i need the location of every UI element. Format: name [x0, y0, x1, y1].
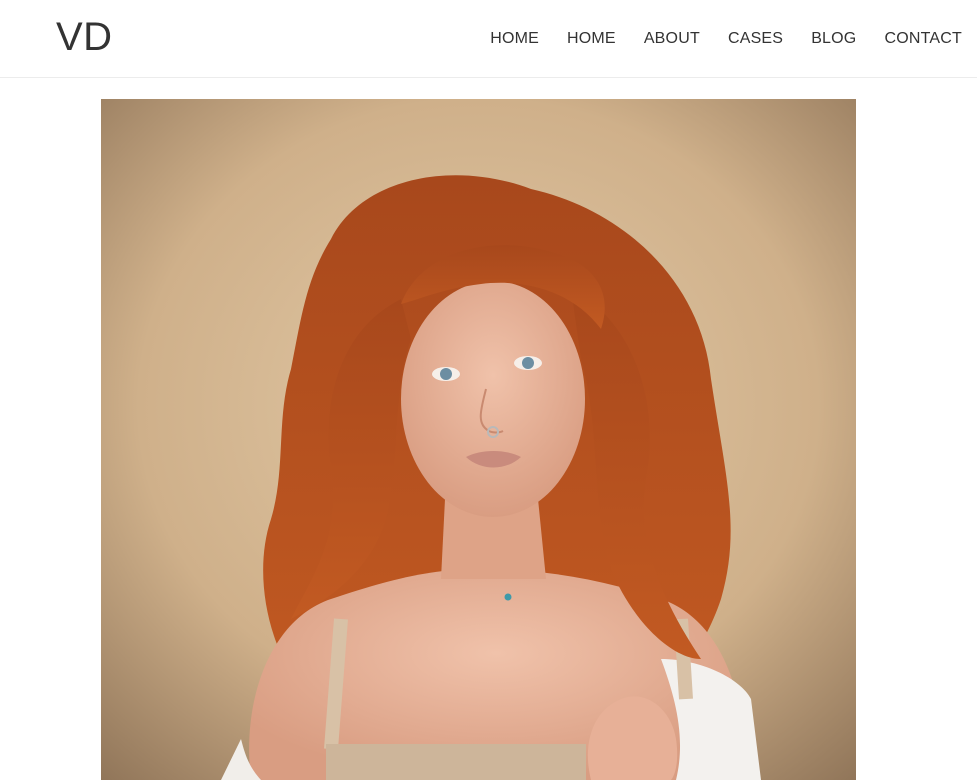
nav-home-2[interactable]: HOME: [567, 29, 616, 49]
nav-contact[interactable]: CONTACT: [884, 29, 962, 49]
site-logo[interactable]: VD: [56, 14, 113, 60]
iris-left: [440, 368, 452, 380]
main-nav: HOME HOME ABOUT CASES BLOG CONTACT: [490, 29, 962, 49]
knit-top: [326, 744, 586, 780]
nav-blog[interactable]: BLOG: [811, 29, 856, 49]
hero-portrait-image: [101, 99, 856, 780]
portrait-illustration: [101, 99, 856, 780]
site-header: VD HOME HOME ABOUT CASES BLOG CONTACT: [0, 0, 977, 78]
iris-right: [522, 357, 534, 369]
top-strap-left: [324, 618, 348, 750]
face: [401, 281, 585, 517]
necklace-pendant: [504, 593, 512, 601]
nav-cases[interactable]: CASES: [728, 29, 783, 49]
nav-about[interactable]: ABOUT: [644, 29, 700, 49]
nav-home[interactable]: HOME: [490, 29, 539, 49]
